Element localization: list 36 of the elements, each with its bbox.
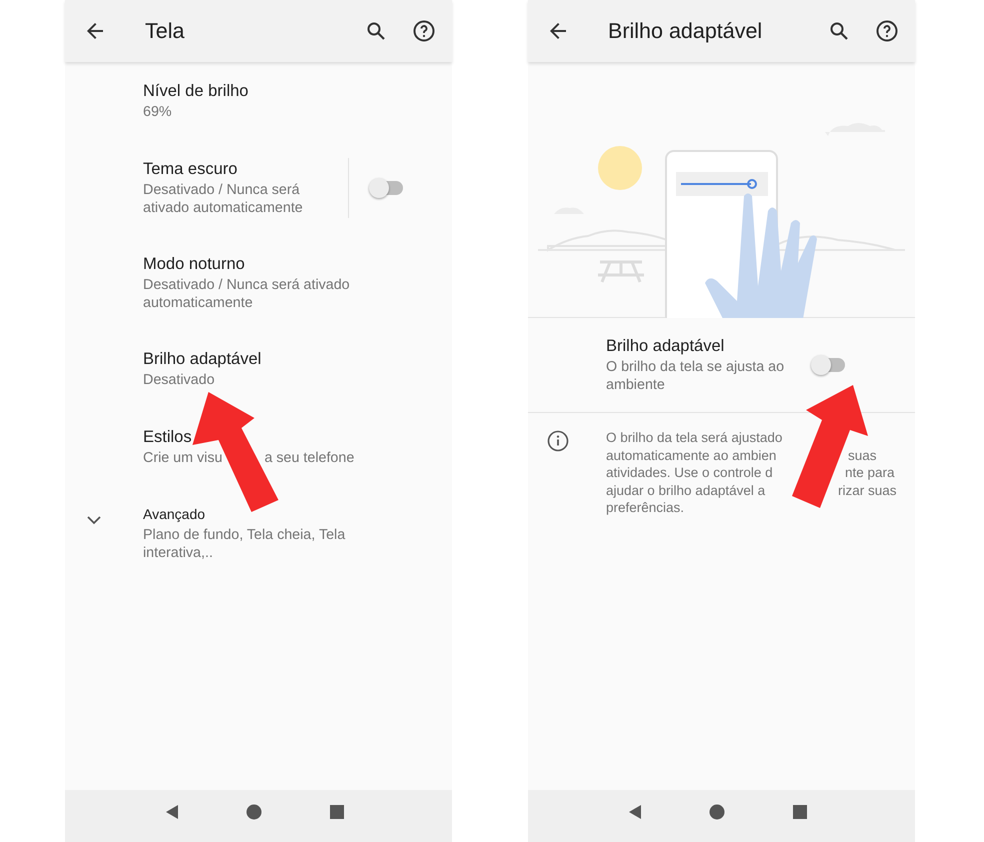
info-text: suas: [848, 448, 877, 462]
setting-title: Tema escuro: [143, 159, 238, 179]
info-text: atividades. Use o controle d: [606, 465, 773, 480]
settings-row[interactable]: Tema escuro Desativado / Nunca será ativado automaticamente: [65, 140, 452, 236]
settings-row[interactable]: Avançado Plano de fundo, Tela cheia, Tela interativa,..: [65, 486, 452, 580]
info-text: ajudar o brilho adaptável a: [606, 482, 766, 498]
setting-title: Nível de brilho: [143, 81, 250, 101]
setting-summary: Desativado / Nunca será ativado automaticamente: [143, 277, 350, 311]
setting-title: Brilho adaptável: [606, 336, 726, 356]
info-text: rizar suas: [838, 482, 897, 498]
settings-row[interactable]: Brilho adaptável Desativado: [65, 330, 452, 408]
info-text: O brilho da tela será ajustado: [606, 430, 782, 445]
screen-title: Tela: [145, 18, 186, 45]
setting-summary: Desativado: [143, 372, 215, 388]
screen-title: Brilho adaptável: [608, 18, 764, 45]
setting-summary: Plano de fundo, Tela cheia, Tela interativa,..: [143, 527, 346, 561]
setting-summary: Desativado / Nunca será ativado automaticamente: [143, 182, 303, 216]
info-text: automaticamente ao ambien: [606, 448, 776, 462]
setting-title: Brilho adaptável: [143, 349, 262, 369]
setting-title: Modo noturno: [143, 254, 246, 274]
settings-row[interactable]: Modo noturno Desativado / Nunca será ativado automaticamente: [65, 236, 452, 330]
setting-title: Avançado: [143, 505, 206, 524]
help-icon[interactable]: [412, 19, 436, 43]
setting-title: Estilos: [143, 427, 193, 447]
setting-summary: 69%: [143, 104, 172, 120]
setting-summary: Crie um visu: [143, 450, 222, 466]
toggle-switch[interactable]: [369, 178, 405, 198]
help-icon[interactable]: [875, 19, 899, 43]
info-text: preferências.: [606, 500, 684, 515]
toggle-switch[interactable]: [811, 355, 847, 375]
settings-row[interactable]: Nível de brilho 69%: [65, 62, 452, 140]
info-text: nte para: [845, 465, 895, 480]
settings-row[interactable]: Estilos Crie um visu a seu telefone: [65, 408, 452, 486]
info-icon: [546, 429, 570, 453]
setting-summary: a seu telefone: [264, 450, 354, 466]
setting-summary: O brilho da tela se ajusta ao ambiente: [606, 359, 784, 393]
